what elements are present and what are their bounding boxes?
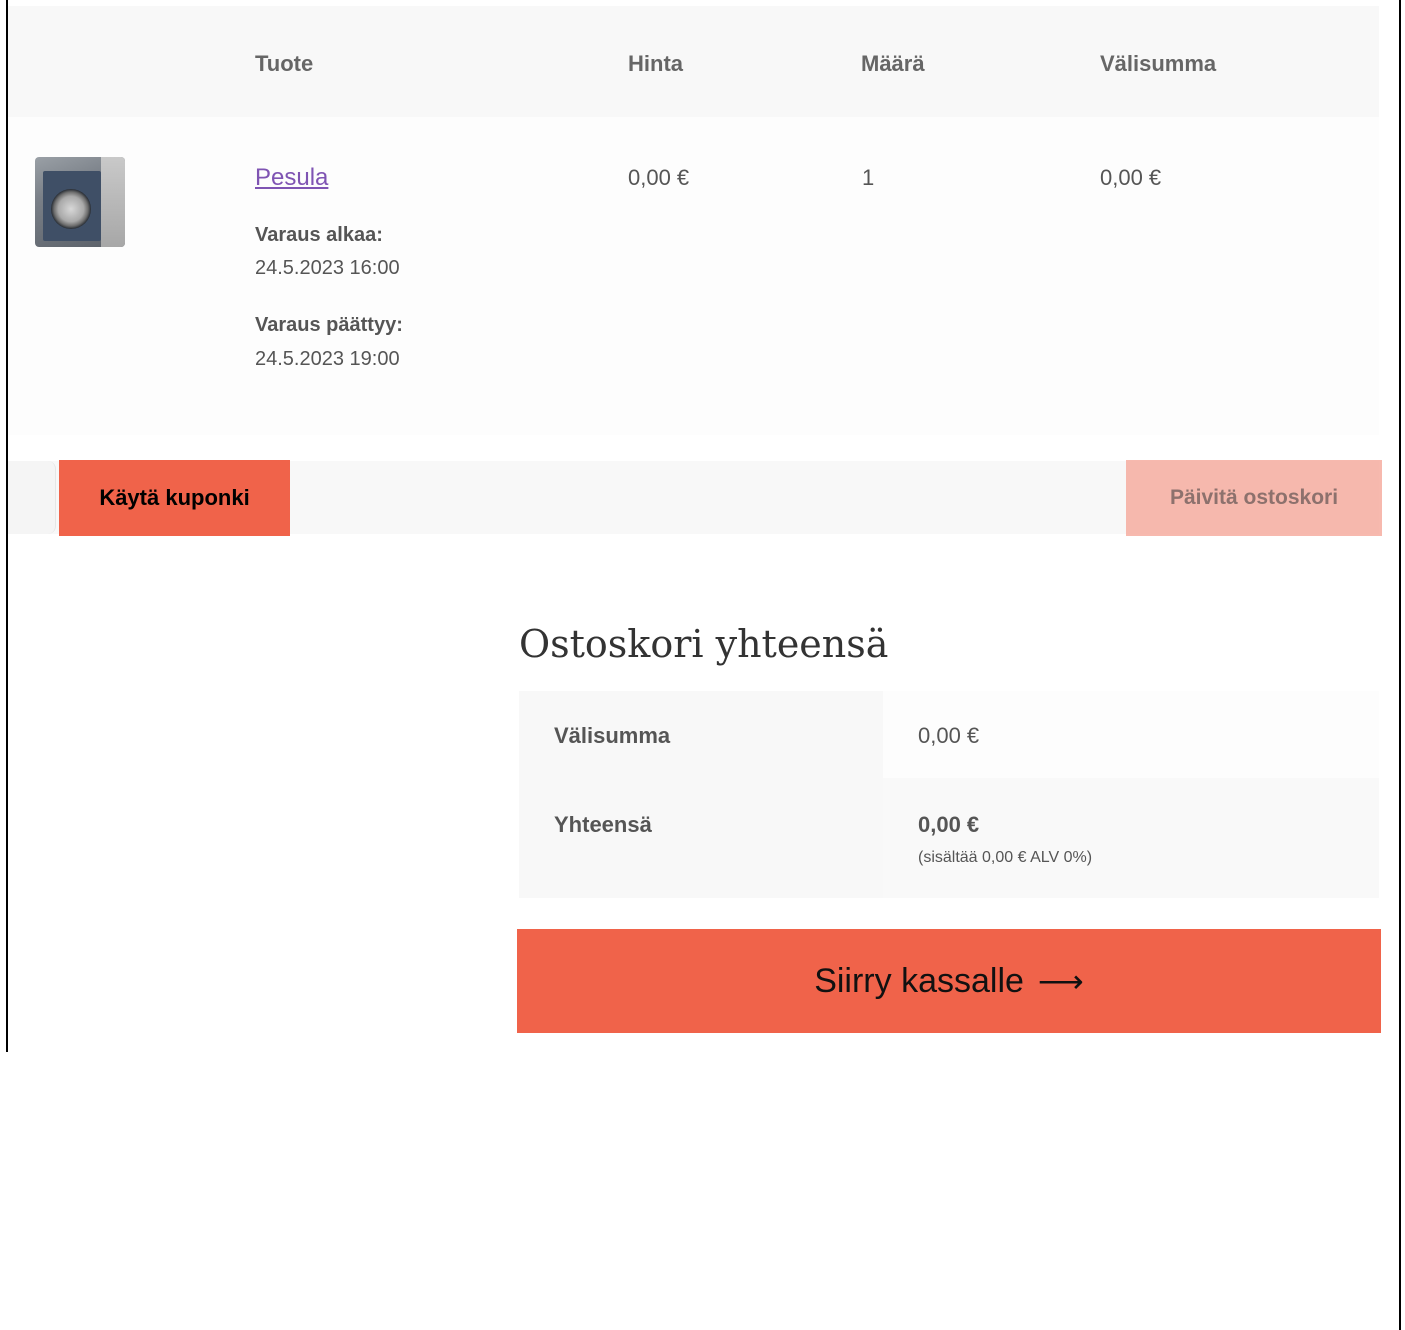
booking-end-label: Varaus päättyy: [255,314,403,336]
item-subtotal: 0,00 € [1100,165,1162,190]
machine-door-icon [51,189,91,229]
booking-end-value: 24.5.2023 19:00 [255,348,400,370]
frame-border-right [1399,0,1401,1330]
header-price: Hinta [628,51,683,76]
booking-start-value: 24.5.2023 16:00 [255,257,400,279]
totals-total-value: 0,00 € [918,812,980,837]
thumbnail-background [101,157,125,247]
apply-coupon-button[interactable]: Käytä kuponki [59,460,290,536]
arrow-right-icon: ⟶ [1037,963,1084,999]
totals-subtotal-value: 0,00 € [918,723,980,748]
item-price: 0,00 € [628,165,690,190]
totals-tax-note: (sisältää 0,00 € ALV 0%) [918,849,1093,866]
update-cart-button[interactable]: Päivitä ostoskori [1126,460,1382,536]
table-row: Pesula Varaus alkaa: 24.5.2023 16:00 Var… [8,117,1379,435]
cart-actions-bar: Käytä kuponki Päivitä ostoskori [8,460,1382,536]
booking-start-label: Varaus alkaa: [255,224,383,246]
coupon-code-input[interactable] [8,461,56,534]
header-product: Tuote [255,51,314,76]
checkout-label: Siirry kassalle [814,961,1024,1000]
totals-total-value-cell [883,778,1379,898]
totals-subtotal-label: Välisumma [554,723,671,748]
header-subtotal: Välisumma [1100,51,1217,76]
washing-machine-icon [43,171,101,241]
item-quantity: 1 [862,165,875,190]
totals-total-label: Yhteensä [554,812,652,837]
header-quantity: Määrä [861,51,925,76]
cart-totals-title: Ostoskori yhteensä [519,622,889,666]
proceed-to-checkout-button[interactable]: Siirry kassalle ⟶ [517,929,1381,1033]
cart-table-header: Tuote Hinta Määrä Välisumma [8,6,1379,117]
product-name-link[interactable]: Pesula [255,164,328,192]
product-thumbnail[interactable] [35,157,125,247]
